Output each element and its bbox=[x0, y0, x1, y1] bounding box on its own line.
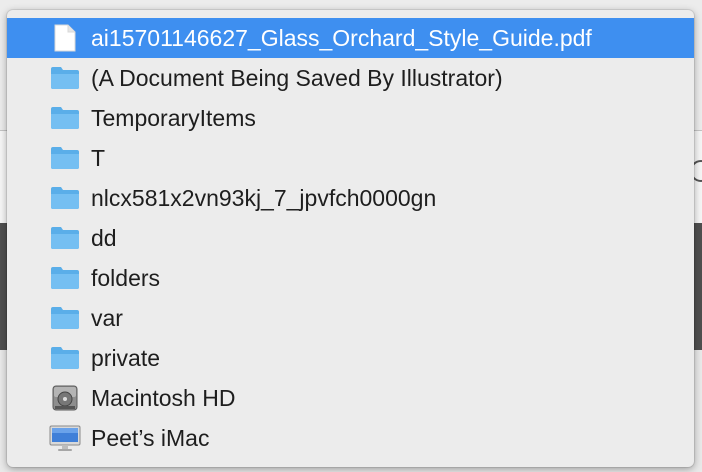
menu-item-var-folder[interactable]: var bbox=[7, 298, 694, 338]
menu-item-label: (A Document Being Saved By Illustrator) bbox=[91, 64, 503, 91]
folder-icon bbox=[49, 264, 81, 292]
menu-item-label: T bbox=[91, 144, 106, 171]
document-icon bbox=[49, 24, 81, 52]
menu-item-label: private bbox=[91, 344, 161, 371]
menu-item-private-folder[interactable]: private bbox=[7, 338, 694, 378]
folder-icon bbox=[49, 104, 81, 132]
folder-icon bbox=[49, 64, 81, 92]
menu-item-folders-folder[interactable]: folders bbox=[7, 258, 694, 298]
path-popup-menu: ai15701146627_Glass_Orchard_Style_Guide.… bbox=[7, 10, 694, 467]
menu-item-label: dd bbox=[91, 224, 117, 251]
imac-icon bbox=[49, 424, 81, 452]
menu-item-label: folders bbox=[91, 264, 161, 291]
folder-icon bbox=[49, 144, 81, 172]
folder-icon bbox=[49, 224, 81, 252]
menu-item-t-folder[interactable]: T bbox=[7, 138, 694, 178]
menu-item-label: TemporaryItems bbox=[91, 104, 256, 131]
folder-icon bbox=[49, 344, 81, 372]
menu-item-illustrator-folder[interactable]: (A Document Being Saved By Illustrator) bbox=[7, 58, 694, 98]
menu-item-label: nlcx581x2vn93kj_7_jpvfch0000gn bbox=[91, 184, 437, 211]
menu-item-dd-folder[interactable]: dd bbox=[7, 218, 694, 258]
hard-drive-icon bbox=[49, 384, 81, 412]
menu-item-pdf-file[interactable]: ai15701146627_Glass_Orchard_Style_Guide.… bbox=[7, 18, 694, 58]
menu-item-label: ai15701146627_Glass_Orchard_Style_Guide.… bbox=[91, 24, 592, 51]
menu-item-computer[interactable]: Peet’s iMac bbox=[7, 418, 694, 458]
menu-item-user-temp-folder[interactable]: nlcx581x2vn93kj_7_jpvfch0000gn bbox=[7, 178, 694, 218]
menu-item-macintosh-hd[interactable]: Macintosh HD bbox=[7, 378, 694, 418]
folder-icon bbox=[49, 184, 81, 212]
folder-icon bbox=[49, 304, 81, 332]
menu-item-temporaryitems-folder[interactable]: TemporaryItems bbox=[7, 98, 694, 138]
menu-item-label: Macintosh HD bbox=[91, 384, 236, 411]
menu-item-label: var bbox=[91, 304, 123, 331]
menu-item-label: Peet’s iMac bbox=[91, 424, 210, 451]
